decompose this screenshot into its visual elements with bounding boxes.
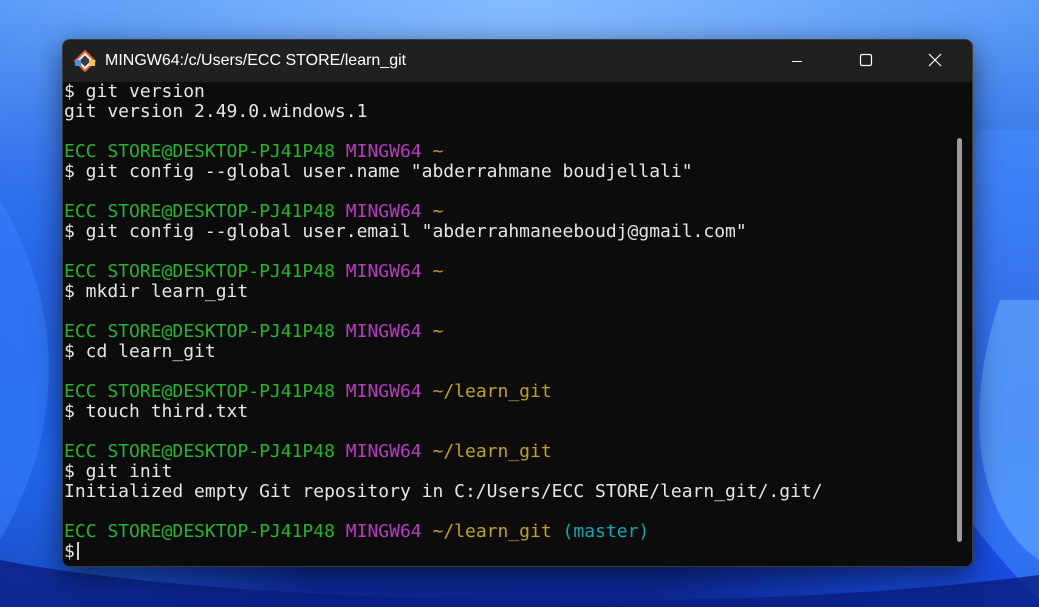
terminal-line: $ git init [64, 462, 944, 482]
terminal-line: $ git config --global user.name "abderra… [64, 162, 944, 182]
terminal-window: MINGW64:/c/Users/ECC STORE/learn_git $ g… [62, 39, 973, 567]
terminal-text-segment: MINGW64 [345, 521, 422, 542]
scrollbar[interactable] [951, 82, 969, 566]
terminal-line: ECC STORE@DESKTOP-PJ41P48 MINGW64 ~ [64, 202, 944, 222]
terminal-text-segment: ~ [432, 321, 444, 342]
terminal-text-segment: $ git config --global user.name "abderra… [64, 161, 693, 182]
maximize-icon [859, 52, 873, 71]
terminal-text-segment: MINGW64 [345, 141, 422, 162]
terminal-text-segment: $ touch third.txt [64, 401, 249, 422]
terminal-text-segment: MINGW64 [345, 321, 422, 342]
terminal-line: $ mkdir learn_git [64, 282, 944, 302]
terminal-text-segment: Initialized empty Git repository in C:/U… [64, 481, 823, 502]
terminal-text-segment: ~ [432, 261, 444, 282]
terminal-text-segment: ~/learn_git [432, 381, 552, 402]
terminal-text-segment: ECC STORE@DESKTOP-PJ41P48 [64, 381, 335, 402]
terminal-output[interactable]: $ git version git version 2.49.0.windows.… [63, 82, 972, 566]
terminal-line: ECC STORE@DESKTOP-PJ41P48 MINGW64 ~ [64, 322, 944, 342]
text-cursor [76, 542, 79, 560]
terminal-line: Initialized empty Git repository in C:/U… [64, 482, 944, 502]
maximize-button[interactable] [843, 40, 889, 82]
title-bar[interactable]: MINGW64:/c/Users/ECC STORE/learn_git [63, 40, 972, 82]
terminal-line: $ touch third.txt [64, 402, 944, 422]
terminal-text-segment: ECC STORE@DESKTOP-PJ41P48 [64, 321, 335, 342]
terminal-line: ECC STORE@DESKTOP-PJ41P48 MINGW64 ~ [64, 142, 944, 162]
terminal-text-segment: MINGW64 [345, 381, 422, 402]
terminal-text-segment: $ mkdir learn_git [64, 281, 249, 302]
terminal-line: ECC STORE@DESKTOP-PJ41P48 MINGW64 ~/lear… [64, 442, 944, 462]
terminal-text-segment: MINGW64 [345, 201, 422, 222]
window-title: MINGW64:/c/Users/ECC STORE/learn_git [105, 52, 407, 69]
terminal-text-segment: $ cd learn_git [64, 341, 216, 362]
terminal-text-segment: ECC STORE@DESKTOP-PJ41P48 [64, 201, 335, 222]
minimize-icon [791, 52, 803, 71]
git-bash-icon [73, 49, 97, 73]
terminal-text-segment: ~ [432, 141, 444, 162]
terminal-text-segment: $ git config --global user.email "abderr… [64, 221, 747, 242]
terminal-lines: $ git version git version 2.49.0.windows.… [64, 82, 944, 562]
terminal-text-segment: MINGW64 [345, 441, 422, 462]
terminal-line: ECC STORE@DESKTOP-PJ41P48 MINGW64 ~/lear… [64, 522, 944, 542]
terminal-line: $ cd learn_git [64, 342, 944, 362]
terminal-line: ECC STORE@DESKTOP-PJ41P48 MINGW64 ~ [64, 262, 944, 282]
terminal-text-segment: ~/learn_git [432, 521, 552, 542]
terminal-line: $ git config --global user.email "abderr… [64, 222, 944, 242]
current-prompt-line[interactable]: $ [64, 542, 944, 562]
scrollbar-thumb[interactable] [957, 138, 962, 542]
close-button[interactable] [912, 40, 958, 82]
terminal-text-segment: ~ [432, 201, 444, 222]
terminal-text-segment: ~/learn_git [432, 441, 552, 462]
terminal-text-segment: ECC STORE@DESKTOP-PJ41P48 [64, 261, 335, 282]
terminal-line: $ git version [64, 82, 944, 102]
prompt-symbol: $ [64, 541, 75, 562]
terminal-text-segment: ECC STORE@DESKTOP-PJ41P48 [64, 521, 335, 542]
terminal-text-segment: ECC STORE@DESKTOP-PJ41P48 [64, 441, 335, 462]
terminal-text-segment: MINGW64 [345, 261, 422, 282]
close-icon [928, 52, 942, 71]
terminal-text-segment: git version 2.49.0.windows.1 [64, 101, 368, 122]
terminal-text-segment: $ git init [64, 461, 173, 482]
terminal-line: git version 2.49.0.windows.1 [64, 102, 944, 122]
terminal-text-segment: (master) [562, 521, 650, 542]
terminal-text-segment: ECC STORE@DESKTOP-PJ41P48 [64, 141, 335, 162]
minimize-button[interactable] [774, 40, 820, 82]
terminal-text-segment: $ git version [64, 81, 205, 102]
terminal-line: ECC STORE@DESKTOP-PJ41P48 MINGW64 ~/lear… [64, 382, 944, 402]
